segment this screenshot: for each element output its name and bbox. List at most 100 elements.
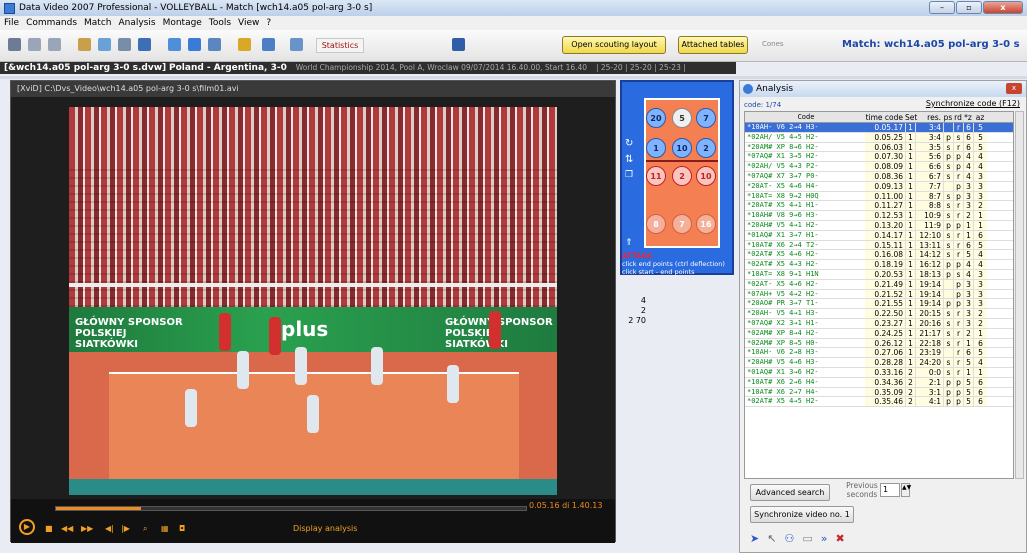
table-row[interactable]: *10AT= X8 9→2 H0Q 0.11.00 1 8:7 s p 3 3: [745, 191, 1013, 202]
table-row[interactable]: *10AH- V6 2→4 H3- 0.05.17 1 3:4 r 6 5: [745, 123, 1013, 133]
camera-icon[interactable]: ◘: [179, 523, 185, 535]
close-window-button[interactable]: x: [983, 1, 1023, 14]
court-diagram[interactable]: 20 5 7 1 10 2 11 2 10 8 7 16: [644, 98, 720, 248]
delete-icon[interactable]: ✖: [835, 532, 844, 545]
table-row[interactable]: *10AH# V8 9→6 H3- 0.12.53 1 10:9 s r 2 1: [745, 211, 1013, 221]
grid-icon[interactable]: ▦: [161, 523, 169, 535]
list-icon[interactable]: [118, 38, 131, 51]
copy-icon[interactable]: ❐: [625, 170, 633, 180]
menu-tools[interactable]: Tools: [209, 18, 231, 28]
menu-montage[interactable]: Montage: [163, 18, 202, 28]
frame-back-icon[interactable]: ◀|: [105, 523, 114, 535]
folder-icon[interactable]: [48, 38, 61, 51]
table-row[interactable]: *02AH/ V5 4→3 P2- 0.08.09 1 6:6 s p 4 4: [745, 162, 1013, 172]
col-code[interactable]: Code: [745, 112, 865, 122]
col-az[interactable]: az: [973, 112, 987, 122]
new-icon[interactable]: [8, 38, 21, 51]
table-row[interactable]: *10AT# X6 2→4 T2- 0.15.11 1 13:11 s r 6 5: [745, 240, 1013, 251]
people-icon[interactable]: [78, 38, 91, 51]
attached-tables-button[interactable]: Attached tables: [678, 36, 748, 54]
table-scrollbar[interactable]: [1015, 111, 1024, 479]
synchronize-code-link[interactable]: Synchronize code (F12): [926, 99, 1020, 108]
rotate-icon[interactable]: ↻: [625, 138, 633, 149]
swap-icon[interactable]: ⇅: [625, 154, 633, 165]
table-row[interactable]: *10AT# X6 2→6 H4- 0.34.36 2 2:1 p p 5 6: [745, 377, 1013, 388]
table-row[interactable]: *20AT# X5 4→1 H1- 0.11.27 1 8:8 s r 3 2: [745, 201, 1013, 212]
zoom-icon[interactable]: ⌕: [143, 523, 147, 535]
seek-bar[interactable]: [55, 506, 527, 511]
position-mid-3[interactable]: 2: [696, 138, 716, 158]
synchronize-video-button[interactable]: Synchronize video no. 1: [750, 506, 854, 523]
col-z[interactable]: *z: [963, 112, 973, 122]
menu-commands[interactable]: Commands: [26, 18, 77, 28]
col-ps[interactable]: ps: [943, 112, 953, 122]
position-bottom-2[interactable]: 7: [672, 214, 692, 234]
table-row[interactable]: *01AQ# X1 3→7 H1- 0.14.17 1 12:10 s r 1 6: [745, 230, 1013, 241]
position-bottom-3[interactable]: 16: [696, 214, 716, 234]
window-icon[interactable]: [290, 38, 303, 51]
table-row[interactable]: *20AM# XP 8→6 H2- 0.06.03 1 3:5 s r 6 5: [745, 142, 1013, 153]
previous-seconds-input[interactable]: 1: [880, 483, 900, 497]
table-row[interactable]: *20AH- V5 4→1 H3- 0.22.50 1 20:15 s r 3 2: [745, 309, 1013, 319]
col-rd[interactable]: rd: [953, 112, 963, 122]
document-icon[interactable]: ▭: [802, 532, 812, 545]
table-row[interactable]: *20AT- X5 4→6 H4- 0.09.13 1 7:7 p 3 3: [745, 181, 1013, 192]
table-row[interactable]: *07AQ# X7 3→7 P0- 0.08.36 1 6:7 s r 4 3: [745, 171, 1013, 182]
table-row[interactable]: *20AH# V5 4→1 H2- 0.13.20 1 11:9 p p 1 1: [745, 220, 1013, 231]
menu-match[interactable]: Match: [84, 18, 111, 28]
table-row[interactable]: *02AM# XP 8→4 H2- 0.24.25 1 21:17 s r 2 1: [745, 328, 1013, 339]
menu-analysis[interactable]: Analysis: [118, 18, 155, 28]
table-row[interactable]: *07AH+ V5 4→2 H2- 0.21.52 1 19:14 p 3 3: [745, 289, 1013, 300]
play-button[interactable]: ▶: [19, 519, 35, 535]
save-icon[interactable]: [452, 38, 465, 51]
open-icon[interactable]: [28, 38, 41, 51]
globe-icon[interactable]: [98, 38, 111, 51]
table-row[interactable]: *10AT# X6 2→7 H4- 0.35.09 2 3:1 p p 5 6: [745, 387, 1013, 398]
up-arrow-icon[interactable]: ⇑: [625, 238, 633, 248]
table-row[interactable]: *01AQ# X1 3→6 H2- 0.33.16 2 0:0 s r 1 1: [745, 367, 1013, 378]
position-top-2[interactable]: 5: [672, 108, 692, 128]
table-row[interactable]: *02AH/ V5 4→5 H2- 0.05.25 1 3:4 p s 6 5: [745, 132, 1013, 143]
pen-icon[interactable]: [238, 38, 251, 51]
table-row[interactable]: *02AM# XP 8→5 H0- 0.26.12 1 22:18 s r 1 6: [745, 338, 1013, 349]
table-row[interactable]: *02AT# X5 4→5 H2- 0.35.46 2 4:1 p p 5 6: [745, 397, 1013, 408]
layout-icon[interactable]: [208, 38, 221, 51]
position-mid-2[interactable]: 10: [672, 138, 692, 158]
menu-view[interactable]: View: [238, 18, 259, 28]
position-red-2[interactable]: 2: [672, 166, 692, 186]
cursor-icon[interactable]: ↖: [767, 532, 776, 545]
col-time[interactable]: time code: [865, 112, 905, 122]
maximize-button[interactable]: ▫: [956, 1, 982, 14]
display-analysis-button[interactable]: Display analysis: [293, 523, 357, 535]
forward-icon[interactable]: ▶▶: [81, 523, 93, 535]
rewind-icon[interactable]: ◀◀: [61, 523, 73, 535]
table-row[interactable]: *02AT- X5 4→6 H2- 0.21.49 1 19:14 p 3 3: [745, 279, 1013, 290]
position-mid-1[interactable]: 1: [646, 138, 666, 158]
col-res[interactable]: res.: [915, 112, 943, 122]
col-set[interactable]: Set: [905, 112, 917, 122]
table-row[interactable]: *20AH# V5 4→6 H3- 0.28.28 1 24:20 s r 5 4: [745, 358, 1013, 368]
table-row[interactable]: *20AO# PR 3→7 T1- 0.21.55 1 19:14 p p 3 3: [745, 299, 1013, 310]
menu-file[interactable]: File: [4, 18, 19, 28]
monitor-icon[interactable]: [262, 38, 275, 51]
forward-icon[interactable]: »: [821, 532, 828, 545]
advanced-search-button[interactable]: Advanced search: [750, 484, 830, 501]
statistics-button[interactable]: Statistics: [316, 38, 364, 53]
open-scouting-layout-button[interactable]: Open scouting layout: [562, 36, 666, 54]
table-row[interactable]: *10AH- V6 2→8 H3- 0.27.06 1 23:19 r 6 5: [745, 348, 1013, 359]
stop-icon[interactable]: ■: [45, 523, 53, 535]
table-row[interactable]: *07AQ# X1 3→5 H2- 0.07.30 1 5:6 p p 4 4: [745, 152, 1013, 163]
settings-icon[interactable]: [138, 38, 151, 51]
network-icon[interactable]: ⚇: [784, 532, 794, 545]
cones-label[interactable]: Cones: [762, 40, 784, 48]
position-red-3[interactable]: 10: [696, 166, 716, 186]
position-red-1[interactable]: 11: [646, 166, 666, 186]
position-top-1[interactable]: 20: [646, 108, 666, 128]
table-row[interactable]: *07AQ# X2 3→1 H1- 0.23.27 1 20:16 s r 3 2: [745, 318, 1013, 329]
position-bottom-1[interactable]: 8: [646, 214, 666, 234]
frame-forward-icon[interactable]: |▶: [121, 523, 130, 535]
menu-help[interactable]: ?: [266, 18, 271, 28]
arrow-icon[interactable]: ➤: [750, 532, 759, 545]
position-top-3[interactable]: 7: [696, 108, 716, 128]
chart-icon[interactable]: [168, 38, 181, 51]
